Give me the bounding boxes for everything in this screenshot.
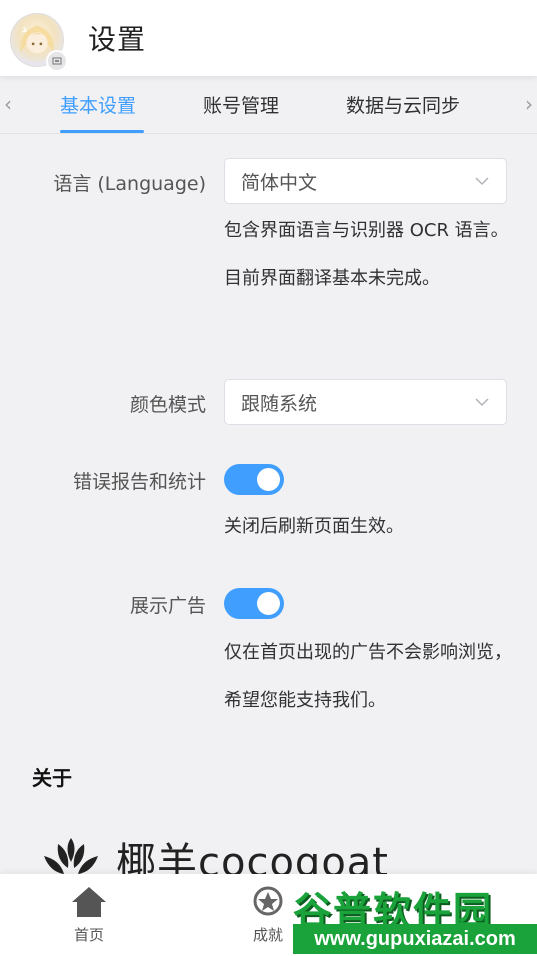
chevron-down-icon	[475, 177, 489, 186]
tab-account-management[interactable]: 账号管理	[203, 91, 279, 118]
color-mode-select-value: 跟随系统	[241, 392, 318, 415]
nav-label-home: 首页	[73, 926, 104, 944]
color-mode-label: 颜色模式	[129, 394, 206, 416]
avatar-badge-icon	[46, 50, 68, 72]
toggle-knob	[257, 592, 280, 615]
chevron-right-icon[interactable]: ›	[525, 92, 533, 116]
ads-help-text: 仅在首页出现的广告不会影响浏览，希望您能支持我们。	[224, 642, 512, 711]
chevron-left-icon[interactable]: ‹	[4, 92, 12, 116]
nav-item-home[interactable]: 首页	[49, 884, 129, 945]
language-select[interactable]: 简体中文	[224, 158, 507, 204]
active-tab-indicator	[60, 130, 144, 133]
app-header: 设置	[0, 0, 537, 76]
bottom-navigation: 首页 成就	[0, 874, 537, 956]
page-title: 设置	[88, 23, 147, 56]
ads-toggle[interactable]	[224, 588, 284, 619]
error-report-toggle[interactable]	[224, 464, 284, 495]
error-report-help-text: 关闭后刷新页面生效。	[224, 516, 404, 537]
tab-data-cloud-sync[interactable]: 数据与云同步	[346, 91, 460, 118]
chevron-down-icon	[475, 398, 489, 407]
language-select-value: 简体中文	[241, 171, 318, 194]
ads-label: 展示广告	[129, 595, 206, 617]
nav-item-achievements[interactable]: 成就	[228, 884, 308, 945]
home-icon	[72, 887, 106, 917]
toggle-knob	[257, 468, 280, 491]
error-report-label: 错误报告和统计	[72, 471, 206, 493]
achievement-icon	[253, 886, 283, 916]
color-mode-select[interactable]: 跟随系统	[224, 379, 507, 425]
tab-basic-settings[interactable]: 基本设置	[60, 91, 136, 118]
language-label: 语言 (Language)	[53, 173, 206, 195]
tab-bar: ‹ 基本设置 账号管理 数据与云同步 ›	[0, 76, 537, 134]
nav-label-achievements: 成就	[252, 926, 283, 944]
language-help-text: 包含界面语言与识别器 OCR 语言。目前界面翻译基本未完成。	[224, 220, 509, 289]
about-section-title: 关于	[32, 766, 72, 790]
